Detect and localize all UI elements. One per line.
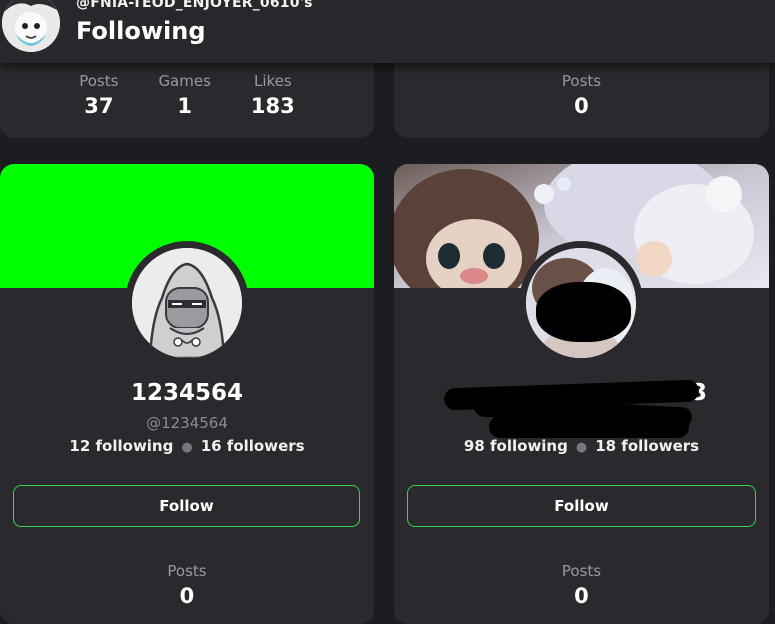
followers-count[interactable]: 18 followers [595,437,699,455]
follow-counts: 12 following ● 16 followers [0,437,374,455]
profile-handle: @FNIA-TEOD_ENJOYER_0610's [76,0,313,11]
follow-counts: 98 following ● 18 followers [394,437,769,455]
stats-row: Posts 0 [0,562,374,608]
stat-label: Posts [79,72,119,90]
stat-label: Posts [561,72,602,90]
stats-row: Posts 0 [394,562,769,608]
username: @1234564 [146,414,228,432]
stat-value: 183 [250,94,295,118]
page-title: Following [76,17,206,45]
separator-dot: ● [181,440,193,455]
stat-posts: Posts 37 [79,72,118,118]
redaction-mark [536,282,631,342]
stat-label: Posts [167,562,207,580]
avatar-image [132,248,242,358]
stat-games: Games 1 [158,72,210,118]
stat-value: 1 [177,94,192,118]
stat-label: Likes [253,72,292,90]
stat-value: 37 [84,94,114,118]
top-bar: @FNIA-TEOD_ENJOYER_0610's Following [0,0,775,63]
stat-value: 0 [574,94,589,118]
stat-posts: Posts 0 [167,562,206,608]
stats-row: Posts 0 [394,72,769,118]
stat-posts: Posts 0 [562,72,601,118]
profile-avatar[interactable] [2,0,60,52]
stat-value: 0 [574,584,589,608]
following-count[interactable]: 12 following [69,437,173,455]
display-name: 1234564 [130,380,244,406]
user-card[interactable]: 1234564 @1234564 12 following ● 16 followe… [0,164,374,624]
stat-likes: Likes 183 [251,72,295,118]
stat-value: 0 [179,584,195,608]
avatar[interactable] [125,241,249,365]
stat-posts: Posts 0 [562,562,601,608]
followers-count[interactable]: 16 followers [201,437,305,455]
follow-button[interactable]: Follow [13,485,360,527]
follow-button[interactable]: Follow [407,485,756,527]
stats-row: Posts 37 Games 1 Likes 183 [0,72,374,118]
user-card[interactable]: 3 98 following ● 18 followers Follow Posts… [394,164,769,624]
separator-dot: ● [575,440,588,455]
following-count[interactable]: 98 following [464,437,568,455]
stat-label: Games [158,72,211,90]
avatar[interactable] [519,241,643,365]
stat-label: Posts [561,562,602,580]
redaction-scribble [489,416,689,438]
avatar-image [2,0,60,52]
